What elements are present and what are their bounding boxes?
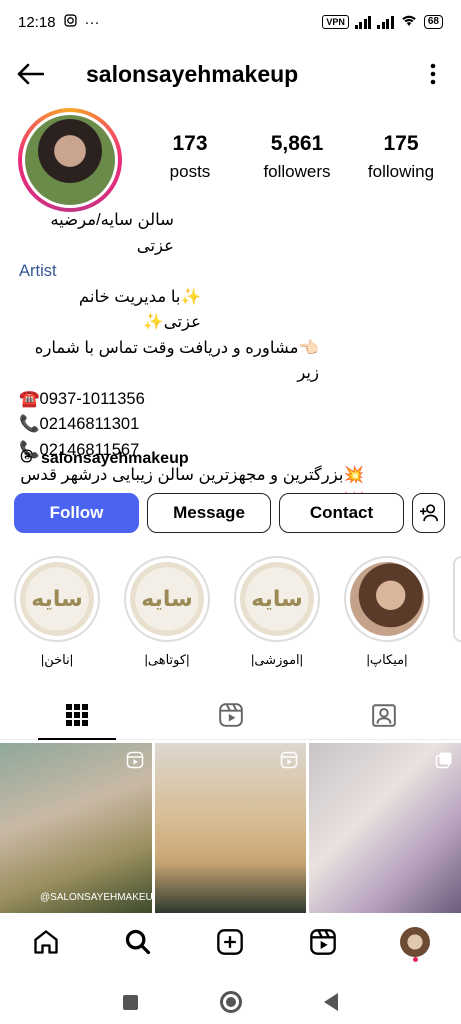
bio-phone-2[interactable]: 📞02146811301 (19, 412, 449, 438)
story-highlights: سایه |ناخن| سایه |کوتاهی| سایه |اموزشی| … (14, 556, 430, 668)
profile-stats: 173 posts 5,861 followers 175 following (150, 132, 450, 182)
profile-avatar-icon (399, 927, 430, 957)
profile-avatar[interactable] (18, 108, 122, 212)
following-label: following (367, 162, 435, 181)
follow-button[interactable]: Follow (14, 493, 139, 533)
highlight-logo: سایه (130, 562, 204, 636)
threads-icon (19, 448, 35, 469)
highlight-label: |ناخن| (40, 652, 74, 667)
battery-icon: 68 (423, 15, 443, 29)
highlight-item[interactable]: سایه |اموزشی| (234, 556, 320, 668)
threads-link[interactable]: salonsayehmakeup (19, 448, 189, 469)
posts-count: 173 (172, 132, 208, 155)
highlight-logo: سایه (20, 562, 94, 636)
more-notifications-icon: ··· (84, 13, 100, 31)
category-label: Artist (19, 262, 57, 280)
tab-reels[interactable] (154, 690, 308, 739)
back-arrow-icon[interactable] (16, 58, 48, 90)
tab-posts-grid[interactable] (0, 690, 154, 740)
suggested-users-button[interactable] (412, 493, 445, 533)
tagged-icon (372, 703, 396, 727)
reels-icon (218, 702, 243, 727)
bio-phone-1[interactable]: ☎️0937-1011356 (19, 387, 449, 413)
highlight-item[interactable]: سایه |کوتاهی| (124, 556, 210, 668)
highlight-label: |میکاپ| (366, 652, 408, 667)
nav-search[interactable] (116, 920, 160, 964)
more-options-icon[interactable] (421, 58, 445, 90)
carousel-badge-icon (435, 752, 452, 769)
post-thumbnail[interactable] (154, 743, 307, 913)
recent-apps-icon[interactable] (123, 994, 138, 1010)
reel-badge-icon (281, 751, 298, 769)
nav-profile[interactable] (393, 920, 437, 964)
clock: 12:18 (18, 13, 56, 31)
highlight-logo: سایه (240, 562, 314, 636)
highlight-item-partial[interactable] (453, 556, 461, 642)
highlight-item[interactable]: سایه |ناخن| (14, 556, 100, 668)
nav-reels[interactable] (301, 920, 345, 964)
following-stat[interactable]: 175 following (356, 132, 446, 182)
highlight-label: |اموزشی| (250, 652, 304, 667)
post-thumbnail[interactable]: @SALONSAYEHMAKEUP (0, 743, 152, 913)
reel-badge-icon (126, 751, 143, 769)
profile-header: salonsayehmakeup (0, 52, 461, 96)
grid-icon (65, 703, 88, 726)
message-button[interactable]: Message (147, 493, 271, 533)
post-grid: @SALONSAYEHMAKEUP (0, 743, 461, 913)
profile-content-tabs (0, 690, 461, 740)
followers-count: 5,861 (270, 132, 324, 155)
bio-line-2: 👈🏻مشاوره و دریافت وقت تماس با شماره زیر (34, 338, 319, 383)
instagram-notification-icon (63, 13, 77, 31)
following-count: 175 (383, 132, 419, 155)
notification-dot (412, 957, 418, 962)
tab-tagged[interactable] (307, 690, 461, 739)
wifi-icon (400, 13, 418, 31)
vpn-icon: VPN (322, 15, 349, 29)
bottom-navigation (0, 915, 461, 969)
threads-handle: salonsayehmakeup (41, 449, 189, 467)
signal-icon-2 (377, 15, 394, 29)
highlight-label: |کوتاهی| (144, 652, 190, 667)
display-name: سالن سایه/مرضیه عزتی (50, 211, 174, 255)
posts-stat[interactable]: 173 posts (150, 132, 230, 182)
back-button-icon[interactable] (324, 993, 338, 1011)
system-navigation-bar (0, 980, 461, 1024)
profile-actions: Follow Message Contact (14, 493, 445, 533)
status-bar: 12:18 ··· VPN 68 (0, 0, 461, 44)
nav-home[interactable] (24, 920, 68, 964)
post-watermark: @SALONSAYEHMAKEUP (40, 892, 152, 903)
contact-button[interactable]: Contact (279, 493, 404, 533)
posts-label: posts (169, 162, 211, 181)
nav-create[interactable] (208, 920, 252, 964)
followers-label: followers (263, 162, 331, 181)
avatar-photo (25, 115, 115, 205)
reels-icon (309, 929, 336, 955)
profile-username: salonsayehmakeup (86, 60, 299, 87)
signal-icon (354, 15, 372, 29)
profile-bio: سالن سایه/مرضیه عزتی Artist ✨با مدیریت خ… (19, 208, 449, 540)
followers-stat[interactable]: 5,861 followers (242, 132, 352, 182)
home-button-icon[interactable] (220, 991, 242, 1013)
search-icon (126, 929, 151, 955)
create-post-icon (217, 929, 244, 955)
add-user-icon (419, 504, 438, 522)
highlight-photo (350, 562, 424, 636)
post-thumbnail[interactable] (309, 743, 461, 913)
home-icon (34, 930, 58, 954)
bio-line-1: ✨با مدیریت خانم عزتی✨ (78, 287, 201, 332)
highlight-item[interactable]: |میکاپ| (344, 556, 430, 668)
